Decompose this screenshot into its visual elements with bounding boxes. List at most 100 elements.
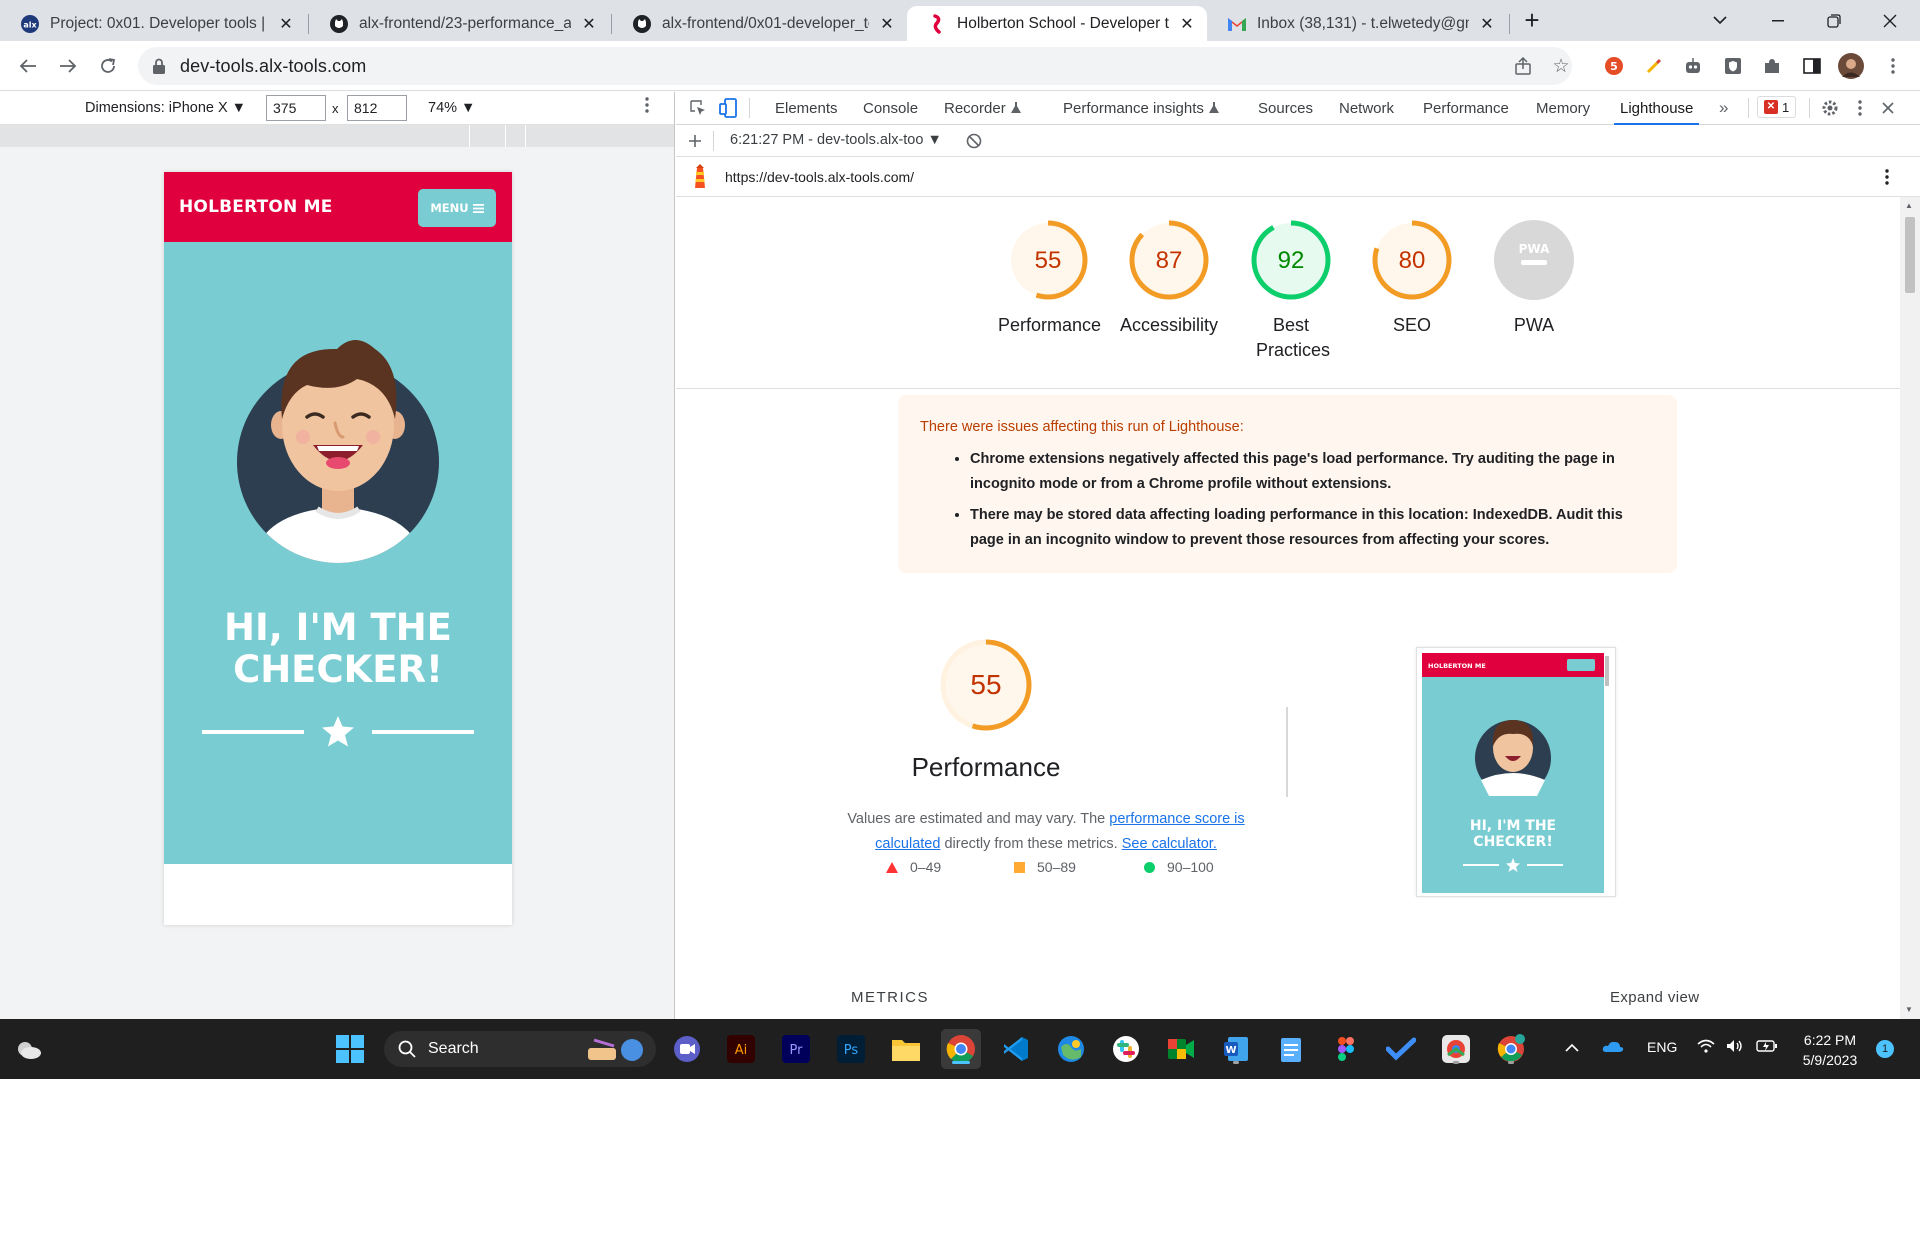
camera-app-icon[interactable] (667, 1029, 707, 1069)
chrome-profile-app-icon[interactable] (1436, 1029, 1476, 1069)
close-icon[interactable]: ✕ (1177, 14, 1197, 34)
tab-network[interactable]: Network (1339, 92, 1394, 124)
address-bar[interactable]: dev-tools.alx-tools.com (138, 47, 1572, 85)
report-scrollbar[interactable]: ▲ ▼ (1900, 197, 1920, 1019)
tab-search-icon[interactable] (1692, 0, 1748, 41)
tab-recorder[interactable]: Recorder (944, 92, 1021, 124)
scroll-down-arrow-icon[interactable]: ▼ (1905, 1005, 1913, 1014)
browser-menu-icon[interactable] (1880, 50, 1906, 82)
volume-icon[interactable] (1726, 1039, 1744, 1057)
error-count-badge[interactable]: ✕ 1 (1757, 96, 1797, 118)
settings-gear-icon[interactable] (1818, 96, 1842, 120)
battery-icon[interactable] (1756, 1039, 1778, 1057)
premiere-app-icon[interactable]: Pr (776, 1029, 816, 1069)
vscode-app-icon[interactable] (996, 1029, 1036, 1069)
report-menu-icon[interactable] (1885, 169, 1889, 188)
wifi-icon[interactable] (1697, 1039, 1715, 1057)
report-selector[interactable]: 6:21:27 PM - dev-tools.alx-too ▼ (730, 132, 942, 148)
bookmark-star-icon[interactable]: ☆ (1548, 50, 1574, 82)
score-gauge-seo[interactable]: 80 SEO (1362, 219, 1462, 338)
device-options-icon[interactable] (645, 97, 649, 118)
devtools-menu-icon[interactable] (1848, 96, 1872, 120)
share-icon[interactable] (1510, 50, 1536, 82)
tab-performance-insights[interactable]: Performance insights (1063, 92, 1219, 124)
device-toggle-icon[interactable] (716, 96, 740, 120)
add-report-icon[interactable] (683, 129, 707, 153)
inspect-element-icon[interactable] (686, 96, 710, 120)
media-query-ruler[interactable] (0, 125, 675, 147)
notification-badge[interactable]: 1 (1876, 1040, 1894, 1058)
new-tab-button[interactable]: + (1504, 0, 1560, 41)
media-query-segment[interactable] (506, 125, 526, 147)
score-gauge-accessibility[interactable]: 87 Accessibility (1119, 219, 1219, 338)
robot-extension-icon[interactable] (1680, 50, 1706, 82)
emulated-brand[interactable]: HOLBERTON ME (179, 197, 333, 217)
media-query-segment[interactable] (470, 125, 506, 147)
photoshop-app-icon[interactable]: Ps (831, 1029, 871, 1069)
file-explorer-icon[interactable] (886, 1029, 926, 1069)
todo-app-icon[interactable] (1381, 1029, 1421, 1069)
tab-memory[interactable]: Memory (1536, 92, 1590, 124)
forward-icon[interactable] (52, 50, 84, 82)
score-gauge-pwa[interactable]: PWA PWA (1484, 219, 1584, 338)
report-url[interactable]: https://dev-tools.alx-tools.com/ (725, 169, 914, 185)
tab-console[interactable]: Console (863, 92, 918, 124)
tab-performance[interactable]: Performance (1423, 92, 1509, 124)
pane-divider[interactable] (674, 92, 675, 1019)
browser-tab-holberton[interactable]: Holberton School - Developer to ✕ (907, 6, 1207, 41)
window-close-icon[interactable] (1862, 0, 1918, 41)
meet-app-icon[interactable] (1161, 1029, 1201, 1069)
media-query-segment[interactable] (526, 125, 675, 147)
final-screenshot[interactable]: HOLBERTON ME HI, I'M THE CHECKER! (1416, 647, 1616, 897)
scroll-up-arrow-icon[interactable]: ▲ (1905, 201, 1913, 210)
score-gauge-performance[interactable]: 55 Performance (998, 219, 1101, 338)
puzzle-extensions-icon[interactable] (1759, 50, 1785, 82)
side-panel-icon[interactable] (1799, 50, 1825, 82)
tab-sources[interactable]: Sources (1258, 92, 1313, 124)
media-query-segment[interactable] (0, 125, 470, 147)
shield-extension-icon[interactable] (1720, 50, 1746, 82)
onedrive-icon[interactable] (1602, 1039, 1624, 1057)
device-dimensions-select[interactable]: Dimensions: iPhone X ▼ (85, 100, 246, 116)
see-calculator-link[interactable]: See calculator. (1122, 836, 1217, 852)
devtools-close-icon[interactable] (1876, 96, 1900, 120)
language-indicator[interactable]: ENG (1647, 1039, 1677, 1055)
device-width-input[interactable] (266, 95, 326, 121)
weather-icon[interactable] (8, 1029, 48, 1069)
scrollbar-thumb[interactable] (1905, 217, 1915, 293)
close-icon[interactable]: ✕ (276, 14, 296, 34)
browser-tab-github-performance[interactable]: alx-frontend/23-performance_au ✕ (309, 6, 609, 41)
taskbar-search[interactable]: Search (384, 1031, 656, 1067)
browser-tab-project[interactable]: alx Project: 0x01. Developer tools | A ✕ (0, 6, 306, 41)
device-height-input[interactable] (347, 95, 407, 121)
notepad-app-icon[interactable] (1271, 1029, 1311, 1069)
show-hidden-icons-chevron-icon[interactable] (1565, 1039, 1579, 1056)
slack-app-icon[interactable] (1106, 1029, 1146, 1069)
tab-elements[interactable]: Elements (775, 92, 838, 124)
taskbar-clock[interactable]: 6:22 PM 5/9/2023 (1790, 1030, 1870, 1070)
color-picker-extension-icon[interactable] (1641, 50, 1667, 82)
back-icon[interactable] (12, 50, 44, 82)
start-windows-icon[interactable] (330, 1029, 370, 1069)
chrome-work-app-icon[interactable] (1491, 1029, 1531, 1069)
close-icon[interactable]: ✕ (1477, 14, 1497, 34)
emulated-menu-button[interactable]: MENU (418, 189, 496, 227)
clear-reports-icon[interactable] (962, 129, 986, 153)
chrome-app-icon[interactable] (941, 1029, 981, 1069)
illustrator-app-icon[interactable]: Ai (721, 1029, 761, 1069)
maps-app-icon[interactable] (1051, 1029, 1091, 1069)
close-icon[interactable]: ✕ (877, 14, 897, 34)
figma-app-icon[interactable] (1326, 1029, 1366, 1069)
more-tabs-chevron-icon[interactable]: » (1719, 92, 1728, 124)
browser-tab-gmail[interactable]: Inbox (38,131) - t.elwetedy@gma ✕ (1207, 6, 1507, 41)
expand-view-toggle[interactable]: Expand view (1610, 989, 1699, 1006)
restore-icon[interactable] (1806, 0, 1862, 41)
close-icon[interactable]: ✕ (579, 14, 599, 34)
score-gauge-best-practices[interactable]: 92 Best Practices (1241, 219, 1341, 363)
minimize-icon[interactable] (1750, 0, 1806, 41)
device-zoom-select[interactable]: 74% ▼ (428, 100, 475, 116)
profile-avatar[interactable] (1838, 50, 1864, 82)
word-app-icon[interactable]: W (1216, 1029, 1256, 1069)
tab-lighthouse[interactable]: Lighthouse (1613, 92, 1700, 125)
html5-extension-icon[interactable]: 5 (1601, 50, 1627, 82)
